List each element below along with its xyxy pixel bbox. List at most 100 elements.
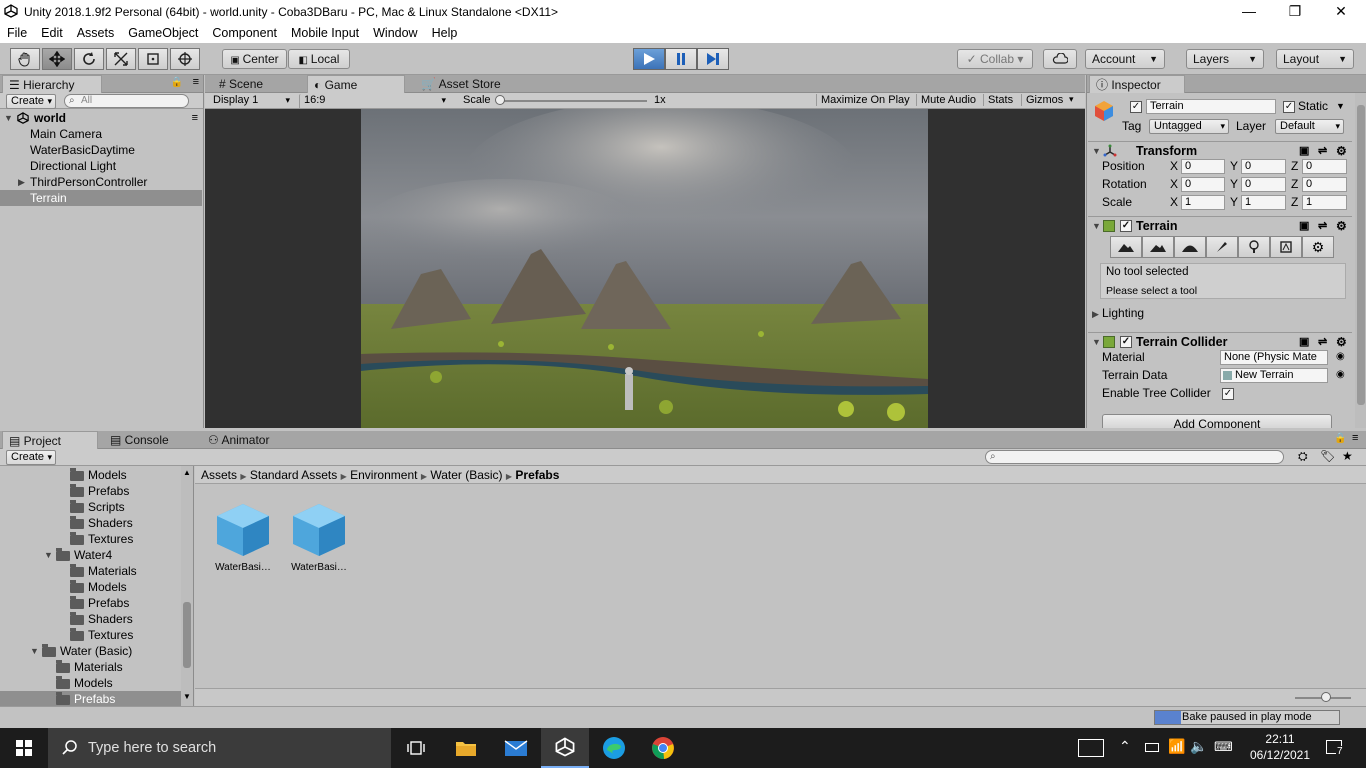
folder-tree-item[interactable]: Materials: [0, 563, 181, 579]
layer-dropdown[interactable]: Default: [1275, 119, 1344, 134]
tree-collider-checkbox[interactable]: ✓: [1222, 388, 1234, 400]
panel-menu-icon[interactable]: ≡: [1352, 432, 1358, 444]
start-button[interactable]: [0, 728, 48, 768]
scale-y-field[interactable]: 1: [1241, 195, 1286, 210]
place-trees-icon[interactable]: [1238, 236, 1270, 258]
folder-tree-item[interactable]: Shaders: [0, 515, 181, 531]
position-y-field[interactable]: 0: [1241, 159, 1286, 174]
menu-edit[interactable]: Edit: [34, 26, 70, 40]
tag-dropdown[interactable]: Untagged: [1149, 119, 1229, 134]
object-picker-icon[interactable]: ◉: [1336, 351, 1345, 362]
stats-toggle[interactable]: Stats: [983, 94, 1013, 106]
hierarchy-item-main-camera[interactable]: Main Camera: [0, 126, 202, 142]
folder-tree-item[interactable]: Shaders: [0, 611, 181, 627]
icon-size-thumb[interactable]: [1321, 692, 1331, 702]
keyboard-icon[interactable]: ⌨: [1214, 739, 1233, 755]
inspector-scrollbar[interactable]: [1355, 93, 1366, 428]
collab-button[interactable]: ✓ Collab ▾: [957, 49, 1033, 69]
expand-triangle-icon[interactable]: ▼: [1092, 333, 1101, 351]
move-tool-icon[interactable]: [42, 48, 72, 70]
folder-tree-item[interactable]: Prefabs: [0, 691, 181, 706]
chrome-browser-icon[interactable]: [639, 728, 687, 768]
folder-tree-item[interactable]: Scripts: [0, 499, 181, 515]
preset-icon[interactable]: ⇌: [1318, 333, 1327, 351]
help-icon[interactable]: ▣: [1299, 142, 1309, 160]
folder-tree-item[interactable]: ▼ Water (Basic): [0, 643, 181, 659]
rotation-z-field[interactable]: 0: [1302, 177, 1347, 192]
material-field[interactable]: None (Physic Mate: [1220, 350, 1328, 365]
help-icon[interactable]: ▣: [1299, 217, 1309, 235]
edge-browser-icon[interactable]: [590, 728, 638, 768]
favorite-star-icon[interactable]: ★: [1342, 449, 1353, 463]
play-button[interactable]: [633, 48, 665, 70]
restore-button[interactable]: ❐: [1272, 0, 1318, 23]
tab-asset-store[interactable]: 🛒 Asset Store: [415, 75, 525, 93]
mail-icon[interactable]: [492, 728, 540, 768]
preset-icon[interactable]: ⇌: [1318, 142, 1327, 160]
close-button[interactable]: ✕: [1318, 0, 1364, 23]
transform-tool-icon[interactable]: [170, 48, 200, 70]
hierarchy-item-terrain[interactable]: Terrain: [0, 190, 202, 206]
tab-console[interactable]: ▤ Console: [104, 431, 200, 449]
hierarchy-item-third-person[interactable]: ▶ ThirdPersonController: [0, 174, 202, 190]
tab-animator[interactable]: ⚇ Animator: [202, 431, 298, 449]
chevron-down-icon[interactable]: ▼: [1336, 101, 1345, 111]
tab-hierarchy[interactable]: ☰ Hierarchy: [2, 75, 102, 93]
menu-assets[interactable]: Assets: [70, 26, 122, 40]
maximize-on-play-toggle[interactable]: Maximize On Play: [816, 94, 910, 106]
object-picker-icon[interactable]: ◉: [1336, 369, 1345, 380]
paint-details-icon[interactable]: [1270, 236, 1302, 258]
folder-tree-item[interactable]: Textures: [0, 627, 181, 643]
terrain-settings-icon[interactable]: ⚙: [1302, 236, 1334, 258]
expand-triangle-icon[interactable]: ▶: [18, 174, 25, 190]
rotation-x-field[interactable]: 0: [1181, 177, 1225, 192]
pivot-center-button[interactable]: ▣ Center: [222, 49, 287, 69]
scroll-up-icon[interactable]: ▲: [183, 468, 191, 477]
hand-tool-icon[interactable]: [10, 48, 40, 70]
filter-label-icon[interactable]: 🏷: [1320, 449, 1335, 463]
folder-tree-item[interactable]: Textures: [0, 531, 181, 547]
menu-file[interactable]: File: [0, 26, 34, 40]
folder-tree-item[interactable]: Prefabs: [0, 595, 181, 611]
aspect-dropdown[interactable]: 16:9: [299, 94, 449, 109]
gear-icon[interactable]: ⚙: [1336, 217, 1347, 235]
scale-z-field[interactable]: 1: [1302, 195, 1347, 210]
panel-menu-icon[interactable]: ≡: [193, 76, 199, 88]
folder-tree-item[interactable]: Models: [0, 675, 181, 691]
static-checkbox[interactable]: ✓: [1283, 101, 1295, 113]
unity-taskbar-icon[interactable]: [541, 728, 589, 768]
menu-window[interactable]: Window: [366, 26, 424, 40]
raise-terrain-icon[interactable]: [1110, 236, 1142, 258]
terrain-component-header[interactable]: ▼ ✓ Terrain ▣ ⇌ ⚙: [1088, 216, 1352, 234]
cloud-button[interactable]: [1043, 49, 1077, 69]
scale-tool-icon[interactable]: [106, 48, 136, 70]
expand-triangle-icon[interactable]: ▼: [30, 643, 39, 659]
lock-icon[interactable]: 🔒: [1334, 433, 1346, 444]
folder-tree-item[interactable]: Prefabs: [0, 483, 181, 499]
hierarchy-create-dropdown[interactable]: Create: [6, 94, 56, 109]
gear-icon[interactable]: ⚙: [1336, 142, 1347, 160]
menu-gameobject[interactable]: GameObject: [121, 26, 205, 40]
menu-component[interactable]: Component: [205, 26, 284, 40]
rotate-tool-icon[interactable]: [74, 48, 104, 70]
help-icon[interactable]: ▣: [1299, 333, 1309, 351]
tab-inspector[interactable]: ⓘ Inspector: [1089, 75, 1185, 93]
smooth-height-icon[interactable]: [1174, 236, 1206, 258]
display-dropdown[interactable]: Display 1: [209, 94, 293, 109]
folder-tree-item[interactable]: Materials: [0, 659, 181, 675]
clock[interactable]: 22:11 06/12/2021: [1244, 731, 1316, 763]
asset-item[interactable]: WaterBasi…: [213, 500, 273, 574]
scroll-down-icon[interactable]: ▼: [183, 692, 191, 701]
menu-help[interactable]: Help: [425, 26, 465, 40]
tab-game[interactable]: ◐ Game: [307, 75, 405, 93]
project-create-dropdown[interactable]: Create: [6, 450, 56, 465]
chevron-up-icon[interactable]: ⌃: [1119, 738, 1131, 755]
preset-icon[interactable]: ⇌: [1318, 217, 1327, 235]
rect-tool-icon[interactable]: [138, 48, 168, 70]
expand-triangle-icon[interactable]: ▶: [1092, 309, 1099, 320]
scene-menu-icon[interactable]: ≡: [192, 110, 198, 126]
layout-dropdown[interactable]: Layout ▼: [1276, 49, 1354, 69]
layers-dropdown[interactable]: Layers ▼: [1186, 49, 1264, 69]
position-x-field[interactable]: 0: [1181, 159, 1225, 174]
expand-triangle-icon[interactable]: ▼: [1092, 142, 1101, 160]
